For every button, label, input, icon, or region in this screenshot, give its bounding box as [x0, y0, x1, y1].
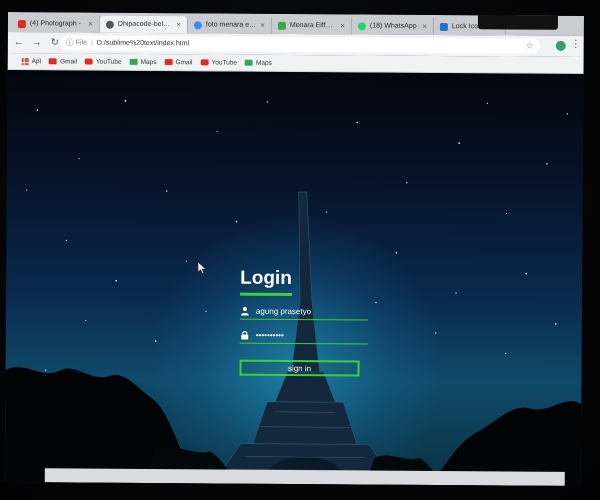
- tab-title: foto menara eiffel - P: [205, 21, 257, 29]
- bookmark-label: YouTube: [96, 58, 122, 66]
- bookmark-maps[interactable]: Maps: [245, 59, 272, 66]
- globe-icon: [105, 20, 114, 29]
- lock-icon: [240, 331, 250, 340]
- apps-icon: [21, 57, 29, 65]
- maps-icon: [245, 59, 254, 66]
- fontawesome-icon: [439, 22, 448, 31]
- user-icon: [240, 306, 250, 316]
- tab-foto-menara[interactable]: foto menara eiffel - P ×: [187, 16, 272, 34]
- menu-icon[interactable]: ⋮: [571, 39, 581, 50]
- youtube-icon: [85, 58, 94, 65]
- login-form: Login sign in: [239, 267, 370, 377]
- tab-title: Dhipacode-belajar lan: [117, 20, 173, 29]
- tab-title: (18) WhatsApp: [369, 22, 417, 30]
- bookmark-youtube[interactable]: YouTube: [200, 59, 237, 66]
- bookmark-label: Apl: [31, 57, 42, 65]
- back-icon[interactable]: ←: [12, 36, 26, 50]
- bookmark-label: Maps: [140, 58, 157, 66]
- youtube-icon: [200, 59, 209, 66]
- password-row: [239, 327, 368, 345]
- site-icon: [277, 21, 286, 30]
- bookmark-youtube[interactable]: YouTube: [85, 58, 122, 65]
- address-separator: |: [91, 39, 93, 47]
- username-input[interactable]: [255, 305, 368, 319]
- browser-window: (4) Photograph - × Dhipacode-belajar lan…: [4, 11, 584, 486]
- tab-dhipacode[interactable]: Dhipacode-belajar lan ×: [99, 15, 188, 34]
- bookmark-apps[interactable]: Apl: [16, 57, 42, 65]
- page-content: Login sign in: [4, 69, 584, 486]
- bookmark-label: YouTube: [211, 58, 238, 67]
- address-bar[interactable]: ⓘ File | D:/sublime%20text/index.html ☆: [59, 35, 540, 54]
- tab-photograph[interactable]: (4) Photograph - ×: [11, 15, 100, 33]
- close-icon[interactable]: ×: [340, 21, 345, 30]
- monitor-bezel: (4) Photograph - × Dhipacode-belajar lan…: [0, 0, 600, 500]
- bookmark-maps[interactable]: Maps: [129, 58, 157, 66]
- profile-avatar[interactable]: [555, 40, 566, 51]
- youtube-icon: [17, 19, 26, 28]
- close-icon[interactable]: ×: [260, 21, 265, 30]
- bookmark-gmail[interactable]: Gmail: [164, 58, 193, 66]
- password-input[interactable]: [255, 329, 368, 343]
- whatsapp-icon: [357, 21, 366, 30]
- tab-title: (4) Photograph -: [29, 20, 81, 28]
- close-icon[interactable]: ×: [88, 20, 93, 29]
- gmail-icon: [164, 59, 173, 66]
- close-icon[interactable]: ×: [176, 20, 181, 29]
- mouse-cursor-icon: [198, 262, 206, 274]
- tab-title: Menara Eiffel Monum: [289, 21, 337, 30]
- gmail-icon: [49, 58, 58, 65]
- address-scheme: File: [75, 39, 88, 47]
- bookmark-label: Gmail: [60, 57, 78, 65]
- bookmark-label: Maps: [256, 59, 272, 67]
- bookmark-gmail[interactable]: Gmail: [49, 58, 77, 65]
- sign-in-button[interactable]: sign in: [239, 359, 360, 377]
- info-icon[interactable]: ⓘ: [64, 37, 76, 48]
- close-icon[interactable]: ×: [422, 22, 427, 31]
- page-footer-edge: [44, 468, 565, 486]
- forward-icon[interactable]: →: [30, 36, 44, 50]
- tab-menara-eiffel[interactable]: Menara Eiffel Monum ×: [271, 16, 352, 35]
- bookmark-label: Gmail: [175, 58, 193, 66]
- bookmark-star-icon[interactable]: ☆: [526, 41, 534, 52]
- address-url: D:/sublime%20text/index.html: [96, 39, 190, 48]
- tab-whatsapp[interactable]: (18) WhatsApp ×: [351, 17, 434, 35]
- camera-bezel: [477, 15, 558, 30]
- google-icon: [193, 20, 202, 29]
- username-row: [239, 303, 368, 321]
- maps-icon: [129, 58, 138, 65]
- login-title: Login: [240, 267, 292, 296]
